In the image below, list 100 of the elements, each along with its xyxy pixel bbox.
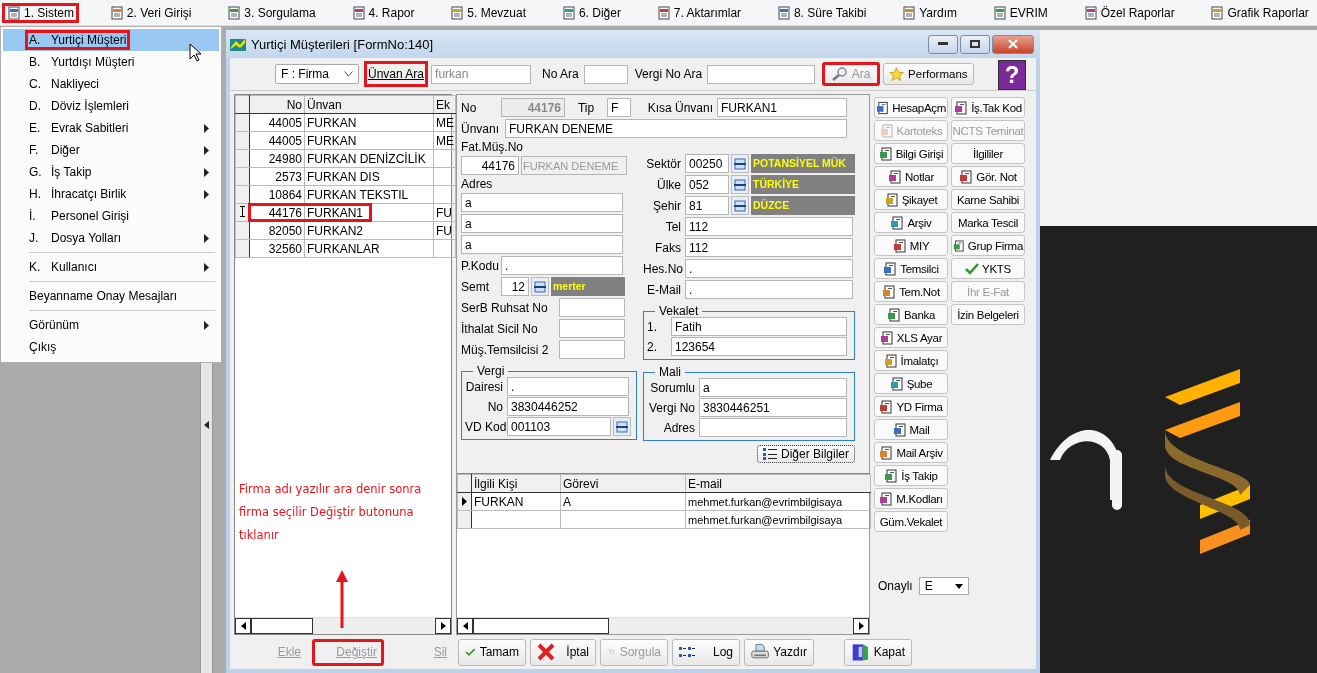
side-button[interactable]: Grup Firma: [951, 235, 1025, 256]
input-field[interactable]: 44176: [461, 156, 519, 175]
menu-item[interactable]: H. İhracatçı Birlik: [3, 183, 219, 205]
input-field[interactable]: a: [699, 378, 847, 397]
maximize-button[interactable]: [960, 34, 990, 54]
input-field[interactable]: FURKAN1: [717, 98, 847, 117]
side-button[interactable]: Güm.Vekalet: [874, 511, 948, 532]
menu-item[interactable]: E. Evrak Sabitleri: [3, 117, 219, 139]
input-field[interactable]: a: [461, 193, 623, 212]
menu-item[interactable]: 1. Sistem: [2, 2, 79, 23]
type-dropdown[interactable]: F : Firma: [275, 64, 359, 84]
side-button[interactable]: Bilgi Girişi: [874, 143, 948, 164]
input-field[interactable]: 001103: [507, 417, 611, 436]
side-button[interactable]: Tem.Not: [874, 281, 948, 302]
side-button[interactable]: Mail Arşiv: [874, 442, 948, 463]
input-field[interactable]: 12: [501, 277, 529, 296]
lookup-button[interactable]: [531, 277, 549, 296]
menu-item[interactable]: D. Döviz İşlemleri: [3, 95, 219, 117]
menu-item[interactable]: Özel Raporlar: [1078, 2, 1180, 23]
input-field[interactable]: 3830446251: [699, 398, 847, 417]
input-field[interactable]: [559, 298, 625, 317]
menu-item[interactable]: 8. Süre Takibi: [771, 2, 872, 23]
menu-item[interactable]: EVRIM: [987, 2, 1053, 23]
input-field[interactable]: FURKAN DENEME: [505, 119, 847, 138]
lookup-button[interactable]: [731, 175, 749, 194]
input-field[interactable]: 123654: [671, 337, 847, 356]
side-button[interactable]: Banka: [874, 304, 948, 325]
menu-item[interactable]: Çıkış: [3, 336, 219, 358]
menu-item[interactable]: 7. Aktarımlar: [651, 2, 747, 23]
minimize-button[interactable]: [928, 34, 958, 54]
input-field[interactable]: .: [685, 259, 853, 278]
side-button[interactable]: Gör. Not: [951, 166, 1025, 187]
side-button[interactable]: Karne Sahibi: [951, 189, 1025, 210]
column-header[interactable]: Görevi: [560, 474, 686, 493]
input-field[interactable]: Fatih: [671, 317, 847, 336]
lookup-button[interactable]: [731, 196, 749, 215]
input-field[interactable]: 112: [685, 238, 853, 257]
column-header[interactable]: Ünvan: [304, 95, 434, 114]
side-button[interactable]: Mail: [874, 419, 948, 440]
action-button[interactable]: Tamam: [458, 638, 526, 666]
side-button[interactable]: Arşiv: [874, 212, 948, 233]
side-button[interactable]: YD Firma: [874, 396, 948, 417]
scroll-thumb[interactable]: [251, 618, 313, 634]
input-field[interactable]: .: [685, 280, 853, 299]
menu-item[interactable]: 2. Veri Girişi: [104, 2, 197, 23]
scroll-left-button[interactable]: [457, 618, 473, 634]
column-header[interactable]: E-mail: [685, 474, 871, 493]
side-button[interactable]: XLS Ayar: [874, 327, 948, 348]
input-field[interactable]: a: [461, 214, 623, 233]
menu-item[interactable]: K. Kullanıcı: [3, 256, 219, 278]
input-field[interactable]: [559, 319, 625, 338]
menu-item[interactable]: Grafik Raporlar: [1205, 2, 1314, 23]
more-info-button[interactable]: Diğer Bilgiler: [756, 445, 855, 463]
column-header[interactable]: Ek: [433, 95, 456, 114]
side-button[interactable]: Temsilci: [874, 258, 948, 279]
scroll-right-button[interactable]: [435, 618, 451, 634]
side-button[interactable]: MIY: [874, 235, 948, 256]
close-button[interactable]: [992, 34, 1034, 54]
input-field[interactable]: 052: [685, 175, 729, 194]
side-button[interactable]: İlgililer: [951, 143, 1025, 164]
menu-item[interactable]: B. Yurtdışı Müşteri: [3, 51, 219, 73]
menu-item[interactable]: G. İş Takip: [3, 161, 219, 183]
column-header[interactable]: İlgili Kişi: [471, 474, 561, 493]
help-button[interactable]: ?: [998, 60, 1026, 90]
action-button[interactable]: Log: [672, 638, 740, 666]
scroll-thumb[interactable]: [473, 618, 609, 634]
menu-item[interactable]: 6. Diğer: [556, 2, 626, 23]
menu-item[interactable]: C. Nakliyeci: [3, 73, 219, 95]
side-button[interactable]: HesapAçm: [874, 97, 948, 118]
scroll-right-button[interactable]: [853, 618, 869, 634]
side-button[interactable]: İş.Tak Kod: [951, 97, 1025, 118]
input-field[interactable]: .: [501, 256, 623, 275]
performance-button[interactable]: Performans: [883, 63, 974, 85]
input-field[interactable]: 81: [685, 196, 729, 215]
input-field[interactable]: .: [507, 377, 629, 396]
menu-item[interactable]: F. Diğer: [3, 139, 219, 161]
side-button[interactable]: Şikayet: [874, 189, 948, 210]
menu-item[interactable]: Görünüm: [3, 314, 219, 336]
side-button[interactable]: Şube: [874, 373, 948, 394]
approval-dropdown[interactable]: E: [918, 577, 969, 595]
side-button[interactable]: İmalatçı: [874, 350, 948, 371]
input-field[interactable]: F: [607, 98, 631, 117]
menu-item[interactable]: J. Dosya Yolları: [3, 227, 219, 249]
menu-item[interactable]: Yardım: [897, 2, 962, 23]
action-button[interactable]: İptal: [530, 638, 596, 666]
side-button[interactable]: İzin Belgeleri: [951, 304, 1025, 325]
no-search-field[interactable]: [583, 64, 628, 84]
input-field[interactable]: [699, 418, 847, 437]
tax-no-search-field[interactable]: [707, 64, 816, 84]
menu-item[interactable]: 4. Rapor: [346, 2, 420, 23]
column-header[interactable]: No: [249, 95, 305, 114]
input-field[interactable]: 3830446252: [507, 397, 629, 416]
menu-item[interactable]: Beyanname Onay Mesajları: [3, 285, 219, 307]
action-button[interactable]: Kapat: [844, 638, 912, 666]
title-search-button[interactable]: Ünvan Ara: [364, 61, 429, 87]
lookup-button[interactable]: [731, 154, 749, 173]
input-field[interactable]: a: [461, 235, 623, 254]
action-button[interactable]: Yazdır: [744, 638, 814, 666]
side-button[interactable]: Notlar: [874, 166, 948, 187]
title-search-field[interactable]: furkan: [431, 64, 532, 84]
